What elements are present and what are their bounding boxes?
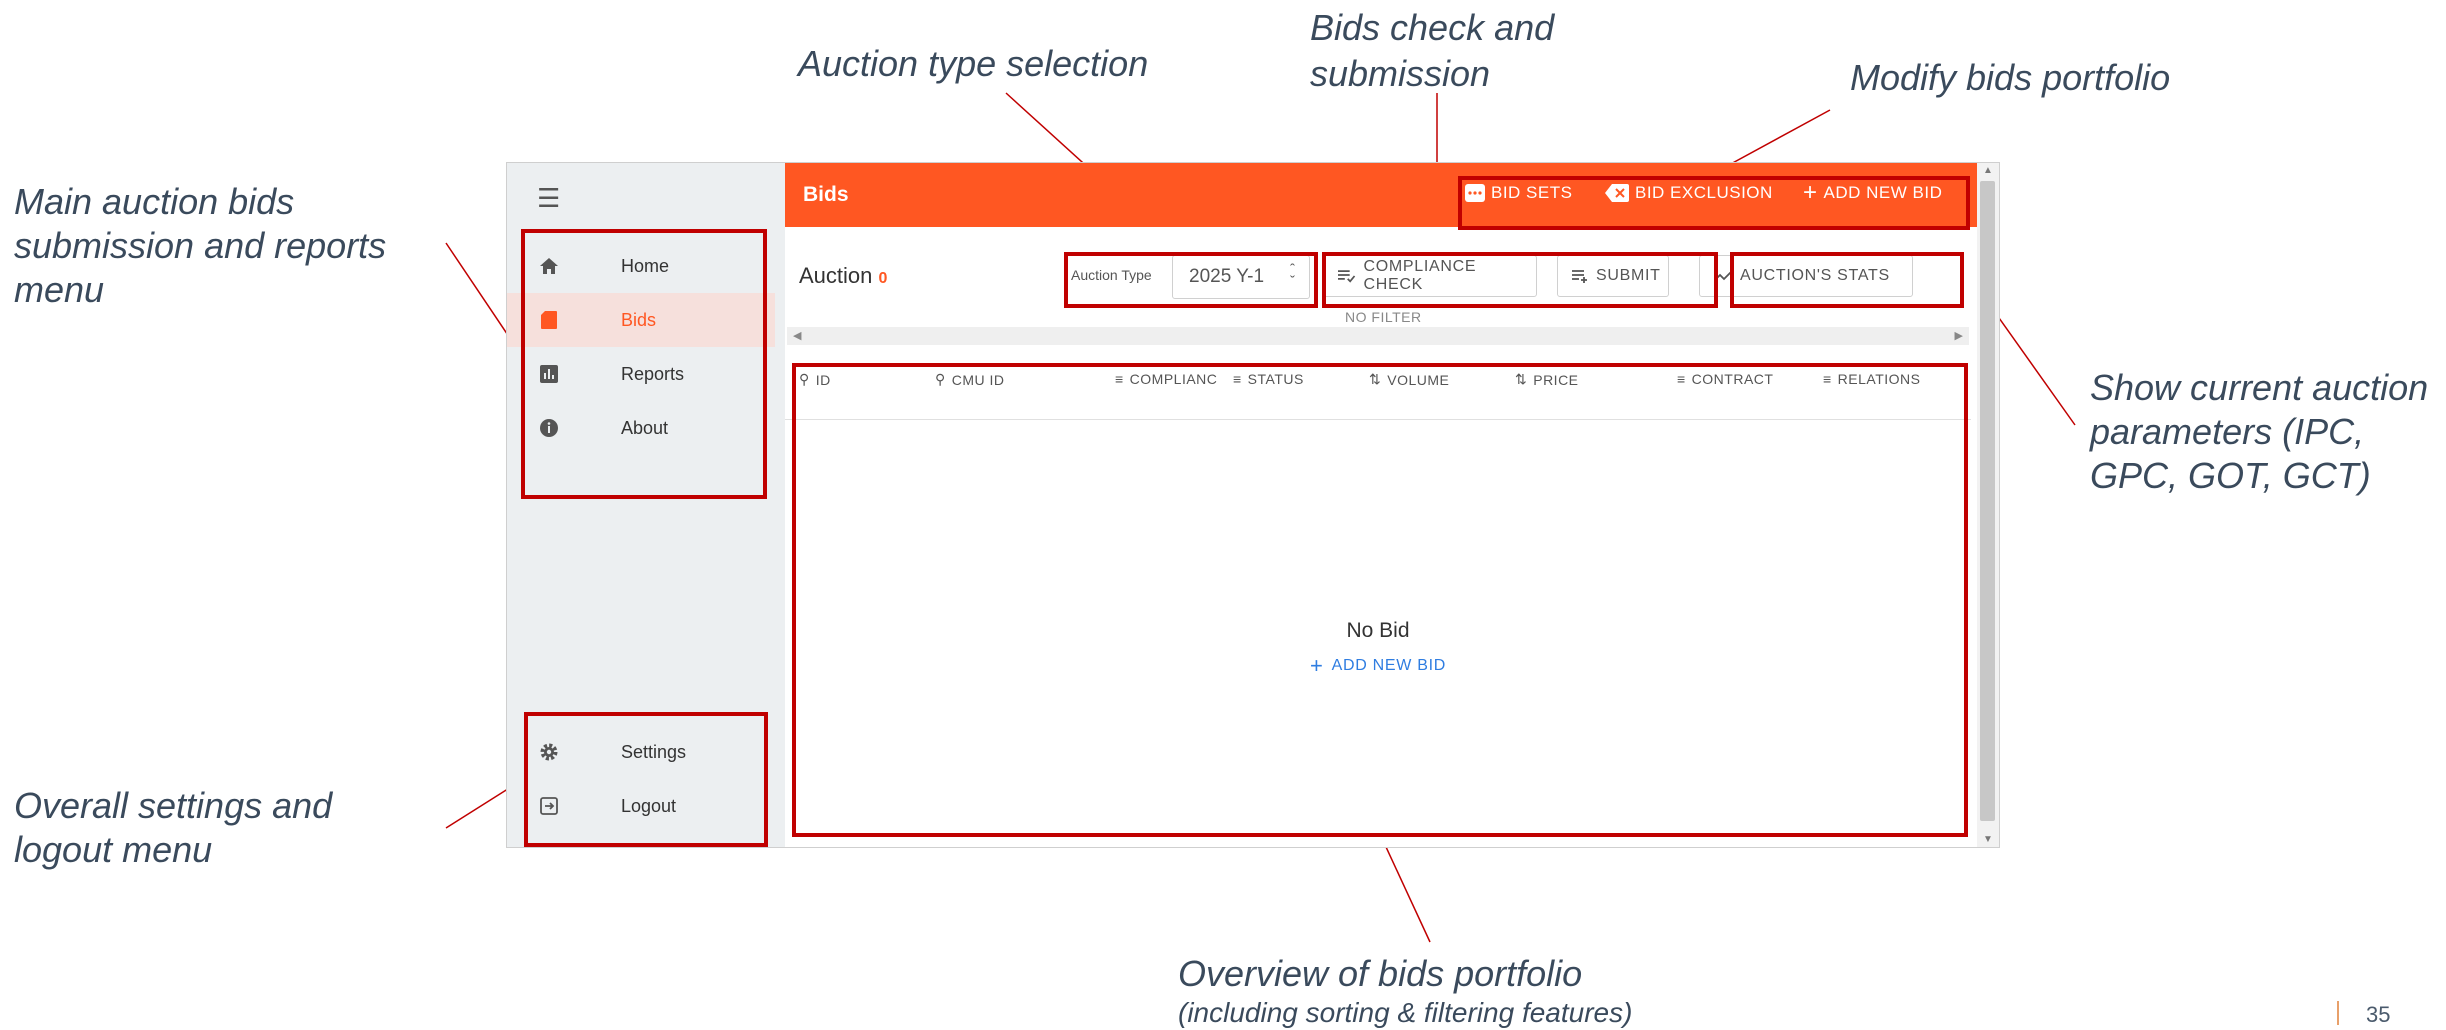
page-number-divider	[2337, 1001, 2339, 1025]
annotation-auction-params-2: parameters (IPC,	[2090, 411, 2365, 452]
annotation-modify-portfolio: Modify bids portfolio	[1850, 57, 2171, 98]
annotation-auction-params-1: Show current auction	[2090, 367, 2429, 408]
horizontal-scrollbar[interactable]: ◀ ▶	[787, 327, 1969, 345]
auction-count-badge: 0	[878, 270, 888, 287]
annotation-settings-2: logout menu	[14, 829, 213, 870]
annotation-bids-check-2: submission	[1310, 53, 1491, 94]
line-overview	[1379, 833, 1431, 943]
auction-label: Auction	[799, 263, 873, 288]
highlight-topbar-actions	[1458, 176, 1970, 230]
auction-heading: Auction 0	[799, 263, 887, 289]
annotation-main-menu-3: menu	[14, 269, 105, 310]
highlight-settings-menu	[524, 712, 768, 847]
scroll-thumb[interactable]	[1980, 181, 1995, 821]
page-title: Bids	[803, 183, 849, 206]
annotation-bids-check-1: Bids check and	[1310, 7, 1555, 48]
annotation-overview-1: Overview of bids portfolio	[1178, 953, 1583, 994]
highlight-main-menu	[521, 229, 767, 499]
scroll-up-icon[interactable]: ▲	[1983, 165, 1993, 176]
annotation-overview-2: (including sorting & filtering features)	[1178, 997, 1633, 1028]
highlight-bids-table	[792, 363, 1968, 837]
scroll-down-icon[interactable]: ▼	[1983, 834, 1993, 845]
page-number: 35	[2366, 1002, 2391, 1027]
highlight-auction-type	[1064, 252, 1318, 308]
annotation-auction-type: Auction type selection	[798, 43, 1149, 84]
annotation-settings-1: Overall settings and	[14, 785, 333, 826]
annotation-main-menu-1: Main auction bids	[14, 181, 295, 222]
filter-status: NO FILTER	[1345, 309, 1422, 325]
annotation-main-menu-2: submission and reports	[14, 225, 387, 266]
scroll-right-icon[interactable]: ▶	[1955, 329, 1963, 342]
highlight-auction-stats	[1730, 252, 1964, 308]
highlight-check-submit	[1322, 252, 1718, 308]
scroll-left-icon[interactable]: ◀	[793, 329, 801, 342]
vertical-scrollbar[interactable]: ▲ ▼	[1977, 163, 1999, 847]
nav-placeholder	[507, 163, 775, 217]
annotation-auction-params-3: GPC, GOT, GCT)	[2090, 455, 2371, 496]
